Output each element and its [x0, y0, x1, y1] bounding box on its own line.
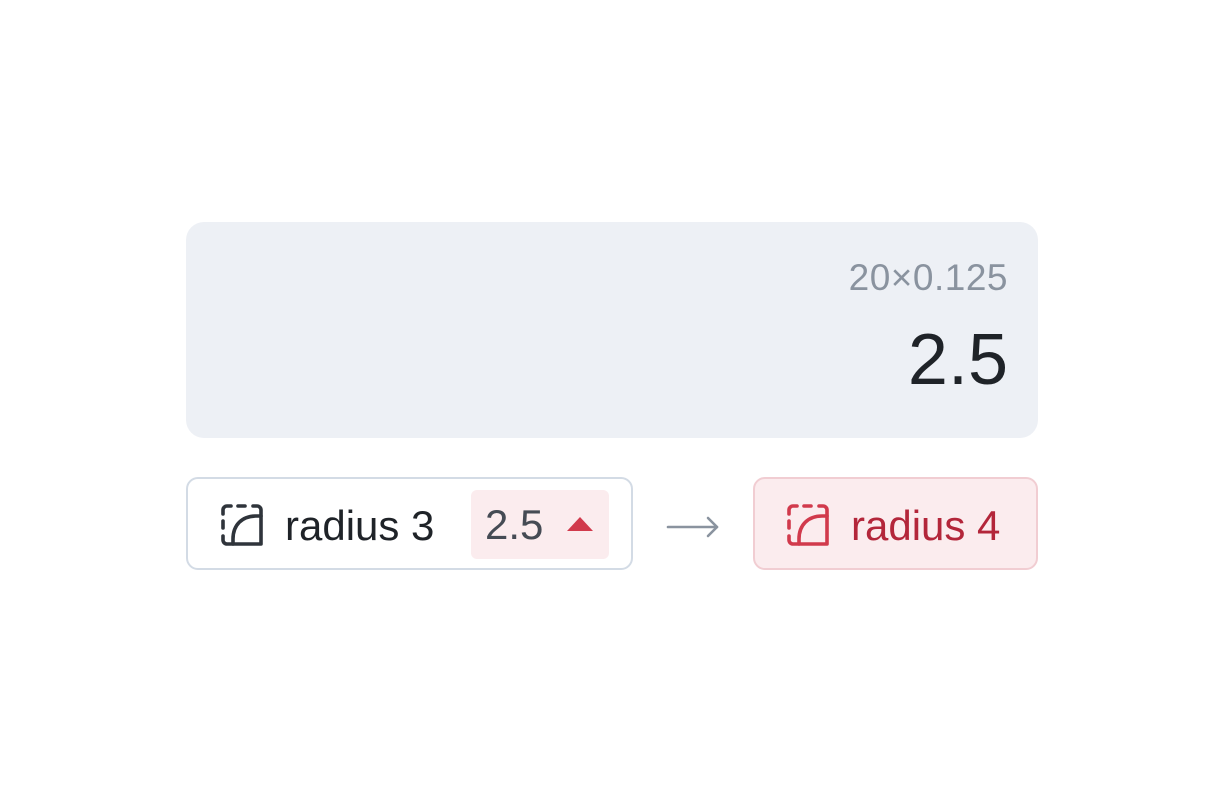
- next-token-label: radius 4: [851, 502, 1001, 549]
- radius-icon: [787, 504, 829, 546]
- calculation-result: 2.5: [907, 320, 1008, 400]
- current-token-label: radius 3: [285, 502, 435, 549]
- calculation-display: 20×0.125 2.5: [186, 222, 1038, 438]
- current-radius-token[interactable]: radius 3 2.5: [186, 477, 633, 570]
- computed-value: 2.5: [485, 501, 544, 548]
- computed-value-badge: 2.5: [471, 490, 609, 559]
- arrow-right-icon: [666, 516, 719, 538]
- radius-icon: [221, 504, 263, 546]
- calculation-expression: 20×0.125: [848, 257, 1008, 298]
- token-mapping-row: radius 3 2.5 radius 4: [186, 477, 1038, 570]
- next-radius-token[interactable]: radius 4: [753, 477, 1038, 570]
- triangle-up-icon: [567, 517, 593, 531]
